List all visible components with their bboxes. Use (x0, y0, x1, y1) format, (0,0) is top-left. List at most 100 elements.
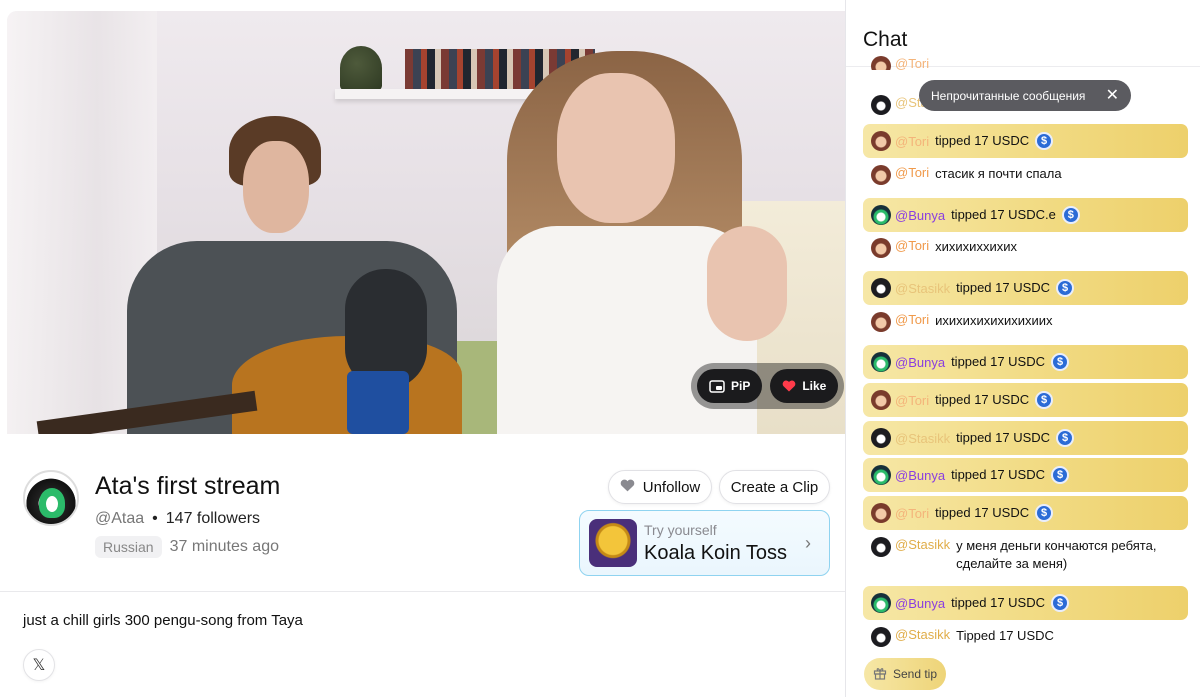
streamer-meta: @Ataa • 147 followers (95, 510, 260, 528)
chat-message-text: tipped 17 USDC (935, 133, 1030, 148)
video-player[interactable]: PiP Like (7, 11, 845, 434)
chat-username[interactable]: @Bunya (895, 596, 945, 611)
game-subtitle: Try yourself (644, 522, 717, 538)
video-person-left-face (243, 141, 309, 233)
user-avatar (871, 503, 891, 523)
usdc-coin-icon: $ (1056, 429, 1075, 447)
chat-tip-message: @Bunya tipped 17 USDC $ (863, 458, 1188, 492)
chat-username[interactable]: @Bunya (895, 355, 945, 370)
video-peace-hand (707, 226, 787, 341)
user-avatar (871, 56, 891, 70)
x-share-button[interactable]: 𝕏 (23, 649, 55, 681)
meta-separator: • (152, 510, 158, 527)
video-controls: PiP Like (691, 363, 845, 409)
chevron-right-icon: › (805, 533, 811, 553)
chat-tip-message: @Tori tipped 17 USDC $ (863, 383, 1188, 417)
chat-username[interactable]: @Tori (895, 165, 929, 180)
user-avatar (871, 428, 891, 448)
chat-username[interactable]: @Bunya (895, 468, 945, 483)
create-clip-label: Create a Clip (730, 478, 819, 496)
chat-username[interactable]: @Stasikk (895, 537, 950, 552)
gift-icon (873, 666, 887, 683)
chat-message-text: tipped 17 USDC (951, 354, 1046, 369)
like-label: Like (802, 379, 827, 393)
chat-message-text: tipped 17 USDC (951, 595, 1046, 610)
usdc-coin-icon: $ (1061, 206, 1080, 224)
usdc-coin-icon: $ (1051, 353, 1070, 371)
user-avatar (871, 131, 891, 151)
chat-username[interactable]: @Tori (895, 506, 929, 521)
chat-message: @Stasikk Tipped 17 USDC (863, 627, 1188, 647)
chat-username[interactable]: @Tori (895, 312, 929, 327)
chat-username[interactable]: @Tori (895, 393, 929, 408)
language-badge: Russian (95, 536, 162, 558)
video-shelf (335, 89, 545, 99)
chat-message-text: tipped 17 USDC (956, 280, 1051, 295)
usdc-coin-icon: $ (1035, 132, 1054, 150)
unread-messages-banner[interactable]: Непрочитанные сообщения ✕ (919, 80, 1131, 111)
user-avatar (871, 593, 891, 613)
streamer-handle[interactable]: @Ataa (95, 510, 144, 528)
user-avatar (871, 95, 891, 115)
usdc-coin-icon: $ (1051, 594, 1070, 612)
chat-tip-message: @Bunya tipped 17 USDC.e $ (863, 198, 1188, 232)
user-avatar (871, 465, 891, 485)
create-clip-button[interactable]: Create a Clip (719, 470, 830, 504)
pip-button[interactable]: PiP (697, 369, 763, 403)
game-card[interactable]: Try yourself Koala Koin Toss › (579, 510, 830, 576)
unfollow-label: Unfollow (642, 478, 701, 496)
chat-message: @Tori (863, 56, 1188, 70)
video-plant (340, 46, 382, 90)
user-avatar (871, 165, 891, 185)
chat-message: @Tori ихихихихихихихиих (863, 312, 1188, 332)
x-icon: 𝕏 (32, 657, 46, 674)
user-avatar (871, 238, 891, 258)
video-person-right-face (557, 73, 675, 223)
chat-message-text: Tipped 17 USDC (956, 628, 1054, 643)
user-avatar (871, 390, 891, 410)
video-mic-stand (347, 371, 409, 434)
chat-message-text: tipped 17 USDC (951, 467, 1046, 482)
followers-count: 147 followers (165, 510, 261, 527)
chat-message-text: tipped 17 USDC (935, 505, 1030, 520)
close-icon[interactable]: ✕ (1106, 85, 1119, 105)
pip-label: PiP (731, 379, 751, 393)
chat-username[interactable]: @Stasikk (895, 281, 950, 296)
like-button[interactable]: Like (770, 369, 839, 403)
stream-page: PiP Like Ata's first stream @Ataa • 147 … (0, 0, 1200, 697)
user-avatar (871, 537, 891, 557)
chat-message: @Tori стасик я почти спала (863, 165, 1188, 185)
user-avatar (871, 312, 891, 332)
chat-username[interactable]: @Tori (895, 56, 929, 70)
send-tip-label: Send tip (892, 667, 938, 681)
chat-username[interactable]: @Stasikk (895, 431, 950, 446)
chat-message-text: стасик я почти спала (935, 166, 1062, 181)
stream-started: 37 minutes ago (169, 538, 279, 555)
user-avatar (871, 278, 891, 298)
stream-main: PiP Like Ata's first stream @Ataa • 147 … (0, 0, 845, 697)
chat-tip-message: @Stasikk tipped 17 USDC $ (863, 271, 1188, 305)
stream-title: Ata's first stream (95, 472, 281, 500)
chat-message-text: tipped 17 USDC (956, 430, 1051, 445)
chat-title: Chat (863, 28, 908, 51)
heart-icon (620, 479, 635, 496)
chat-message-text: хихихиххихих (935, 239, 1017, 254)
unread-label: Непрочитанные сообщения (931, 88, 1086, 103)
stream-meta: Russian 37 minutes ago (95, 536, 279, 558)
chat-username[interactable]: @Tori (895, 134, 929, 149)
usdc-coin-icon: $ (1035, 504, 1054, 522)
chat-username[interactable]: @Stasikk (895, 627, 950, 642)
chat-username[interactable]: @Bunya (895, 208, 945, 223)
pip-icon (709, 379, 725, 393)
chat-username[interactable]: @Tori (895, 238, 929, 253)
streamer-avatar[interactable] (23, 470, 79, 526)
chat-message-text: tipped 17 USDC (935, 392, 1030, 407)
penguin-icon (39, 488, 65, 518)
chat-tip-message: @Tori tipped 17 USDC $ (863, 496, 1188, 530)
chat-message: @Tori хихихиххихих (863, 238, 1188, 258)
user-avatar (871, 205, 891, 225)
unfollow-button[interactable]: Unfollow (608, 470, 712, 504)
chat-message-text: ихихихихихихихиих (935, 313, 1053, 328)
chat-message-text: tipped 17 USDC.e (951, 207, 1056, 222)
send-tip-button[interactable]: Send tip (864, 658, 946, 690)
